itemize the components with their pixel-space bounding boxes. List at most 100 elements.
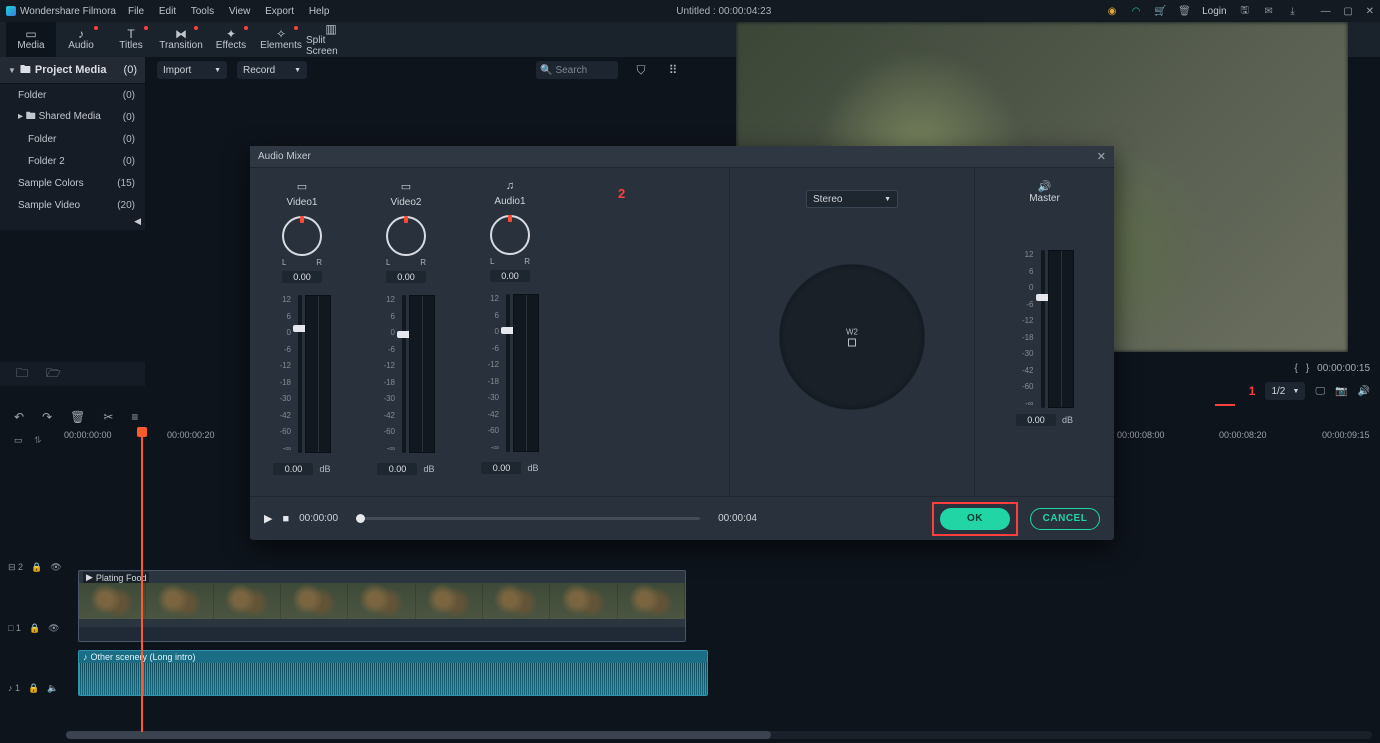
update-dot-icon	[194, 26, 198, 30]
audio-clip[interactable]: ♪ Other scenery (Long intro)	[78, 650, 708, 696]
tab-split-screen[interactable]: ▥Split Screen	[306, 22, 356, 57]
tab-effects[interactable]: ✦Effects	[206, 22, 256, 57]
master-gain-value[interactable]: 0.00	[1016, 414, 1056, 426]
surround-pad[interactable]: W2	[767, 252, 937, 422]
sidebar-item-folder[interactable]: Folder(0)	[0, 84, 145, 106]
sidebar-item-sample-colors[interactable]: Sample Colors(15)	[0, 172, 145, 194]
pan-knob[interactable]	[282, 216, 322, 256]
visibility-icon[interactable]: 👁	[50, 562, 61, 573]
record-dropdown[interactable]: Record ▼	[237, 61, 307, 79]
play-icon[interactable]: ▶	[264, 512, 272, 525]
pan-value[interactable]: 0.00	[386, 271, 426, 283]
redo-icon[interactable]: ↷	[42, 410, 52, 424]
save-icon[interactable]: 🖫	[1239, 3, 1251, 20]
tab-media[interactable]: ▭Media	[6, 22, 56, 57]
tab-elements[interactable]: ✧Elements	[256, 22, 306, 57]
transition-icon: ⧓	[174, 28, 188, 40]
window-maximize[interactable]: ▢	[1343, 6, 1352, 17]
gain-value[interactable]: 0.00	[377, 463, 417, 475]
visibility-icon[interactable]: 🔈	[47, 683, 58, 694]
cancel-button[interactable]: CANCEL	[1030, 508, 1100, 530]
new-folder-icon[interactable]: 🗀	[16, 364, 28, 385]
ok-button[interactable]: OK	[940, 508, 1010, 530]
timeline-scrollbar[interactable]	[66, 731, 1372, 739]
delete-icon[interactable]: 🗑	[70, 410, 85, 424]
track-label: ♪ 1	[8, 683, 20, 693]
snapshot-icon[interactable]: 📷	[1335, 386, 1347, 397]
split screen-icon: ▥	[324, 23, 338, 35]
menu-view[interactable]: View	[229, 6, 251, 17]
level-meter	[409, 295, 435, 453]
video-clip[interactable]: ▶ Plating Food	[78, 570, 686, 642]
preview-time: 00:00:00:15	[1317, 363, 1370, 374]
menu-tools[interactable]: Tools	[191, 6, 214, 17]
lightbulb-icon[interactable]: ◉	[1106, 6, 1118, 17]
pan-knob[interactable]	[490, 215, 530, 255]
headphones-icon[interactable]: ◠	[1130, 6, 1142, 17]
playback-slider[interactable]	[356, 517, 700, 520]
slider-thumb[interactable]	[356, 514, 365, 523]
cart-icon[interactable]: 🛒	[1154, 6, 1166, 17]
ruler-timecode: 00:00:08:00	[1117, 430, 1165, 440]
output-mode-dropdown[interactable]: Stereo ▼	[806, 190, 898, 208]
menu-help[interactable]: Help	[309, 6, 330, 17]
search-input[interactable]: 🔍 Search	[536, 61, 618, 79]
update-dot-icon	[94, 26, 98, 30]
import-dropdown[interactable]: Import ▼	[157, 61, 227, 79]
master-gain-slider[interactable]	[1041, 250, 1045, 408]
collapse-arrow-icon[interactable]: ◀	[0, 216, 145, 230]
audio-mixer-modal: Audio Mixer ✕ 2 ▭ Video1 LR 0.00 1260-6-…	[250, 146, 1114, 540]
split-icon[interactable]: ✂	[103, 410, 113, 424]
visibility-icon[interactable]: 👁	[48, 623, 59, 634]
download-icon[interactable]: ⤓	[1287, 6, 1299, 17]
window-close[interactable]: ✕	[1366, 6, 1374, 17]
undo-icon[interactable]: ↶	[14, 410, 24, 424]
open-folder-icon[interactable]: 🗁	[46, 364, 61, 385]
modal-title: Audio Mixer	[258, 151, 311, 162]
preview-quality-dropdown[interactable]: 1/2 ▼	[1265, 382, 1305, 400]
pan-knob[interactable]	[386, 216, 426, 256]
pan-value[interactable]: 0.00	[490, 270, 530, 282]
gain-slider[interactable]	[506, 294, 510, 452]
sidebar-item-shared-media[interactable]: ▸ 🖿 Shared Media(0)	[0, 106, 145, 128]
ruler-start-icon[interactable]: ▭	[14, 435, 23, 446]
stop-icon[interactable]: ■	[282, 513, 289, 525]
tab-audio[interactable]: ♪Audio	[56, 22, 106, 57]
side-panel: Folder(0)▸ 🖿 Shared Media(0)Folder(0)Fol…	[0, 84, 145, 230]
lock-icon[interactable]: 🔒	[31, 562, 42, 573]
monitor-icon[interactable]: 🖵	[1315, 386, 1325, 397]
lock-icon[interactable]: 🔒	[29, 623, 40, 634]
lock-icon[interactable]: 🔒	[28, 683, 39, 694]
record-label: Record	[243, 65, 275, 76]
tab-transition[interactable]: ⧓Transition	[156, 22, 206, 57]
grid-view-icon[interactable]: ⠿	[664, 63, 682, 77]
marker-left-icon[interactable]: {	[1294, 363, 1297, 374]
gain-slider[interactable]	[298, 295, 302, 453]
sidebar-item-folder[interactable]: Folder(0)	[0, 128, 145, 150]
scrollbar-thumb[interactable]	[66, 731, 771, 739]
annotation-1: 1	[1249, 384, 1256, 398]
link-icon[interactable]: ⥮	[35, 435, 42, 446]
playhead[interactable]	[141, 427, 143, 732]
menu-file[interactable]: File	[128, 6, 144, 17]
gain-value[interactable]: 0.00	[273, 463, 313, 475]
marker-right-icon[interactable]: }	[1306, 363, 1309, 374]
window-minimize[interactable]: —	[1321, 6, 1331, 17]
tab-titles[interactable]: TTitles	[106, 22, 156, 57]
project-media-header[interactable]: ▼ 🖿 Project Media (0)	[0, 57, 145, 83]
mail-icon[interactable]: ✉	[1263, 6, 1275, 17]
gain-slider[interactable]	[402, 295, 406, 453]
login-link[interactable]: Login	[1202, 6, 1226, 17]
menu-export[interactable]: Export	[265, 6, 294, 17]
gain-value[interactable]: 0.00	[481, 462, 521, 474]
volume-icon[interactable]: 🔊	[1358, 386, 1370, 397]
sidebar-item-sample-video[interactable]: Sample Video(20)	[0, 194, 145, 216]
filter-icon[interactable]: ⛉	[632, 63, 650, 78]
sidebar-item-count: (0)	[123, 112, 135, 123]
pan-value[interactable]: 0.00	[282, 271, 322, 283]
settings-icon[interactable]: ≡	[131, 410, 138, 424]
close-icon[interactable]: ✕	[1097, 150, 1106, 163]
trash-icon[interactable]: 🗑	[1178, 6, 1190, 17]
menu-edit[interactable]: Edit	[159, 6, 176, 17]
sidebar-item-folder-2[interactable]: Folder 2(0)	[0, 150, 145, 172]
